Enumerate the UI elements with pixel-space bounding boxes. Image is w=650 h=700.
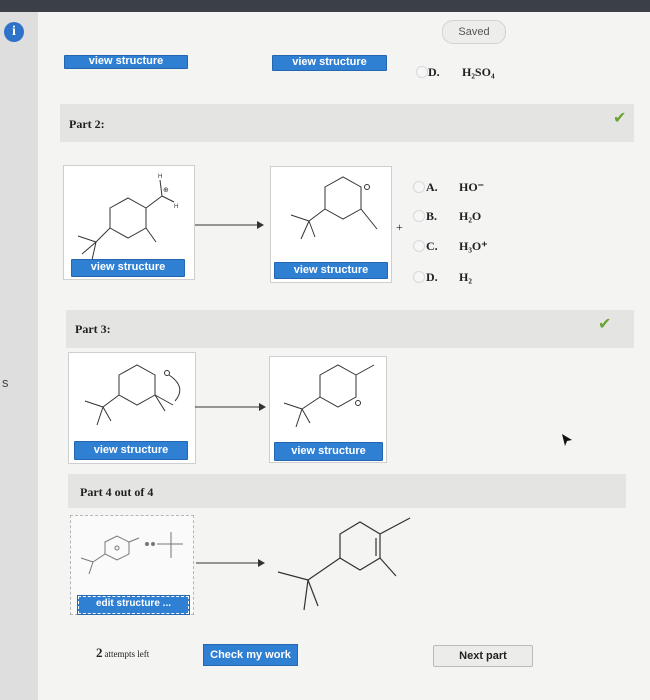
part3-arrow-icon [195,403,266,411]
part1-option-d-radio[interactable] [416,66,428,78]
next-part-button[interactable]: Next part [433,645,533,667]
part4-product-structure [277,517,411,611]
part2-view-structure-right-button[interactable]: view structure [274,262,388,279]
part4-edit-structure-button[interactable]: edit structure ... [77,595,190,615]
cursor-icon [562,434,572,446]
part2-option-a-formula: HO⁻ [459,180,485,194]
part2-option-a-radio[interactable] [413,181,425,193]
attempts-remaining: 2 attempts left [96,645,149,661]
part2-view-structure-left-button[interactable]: view structure [71,259,185,277]
part3-view-structure-left-button[interactable]: view structure [74,441,188,460]
part2-option-b-radio[interactable] [413,210,425,222]
saved-indicator: Saved [442,20,506,44]
part2-header [60,104,634,142]
part2-option-d-letter: D. [426,270,438,284]
part2-option-d-radio[interactable] [413,271,425,283]
attempts-label: attempts left [104,649,150,659]
part2-option-b-formula: H₂O [459,209,482,223]
part4-arrow-icon [196,559,265,567]
part1-option-d-letter: D. [428,65,440,79]
part2-title: Part 2: [69,117,105,131]
part3-header [66,310,634,348]
part2-option-a-letter: A. [426,180,438,194]
part1-view-structure-right-button[interactable]: view structure [272,55,387,71]
part2-arrow-icon [195,221,264,229]
part2-option-c-formula: H₃O⁺ [459,239,488,253]
part2-option-b-letter: B. [426,209,438,223]
info-icon[interactable]: i [4,22,24,42]
left-gutter [0,12,38,700]
part2-option-c-letter: C. [426,239,438,253]
part1-option-d-formula: H₂SO₄ [462,65,495,79]
part2-h-top: H [158,174,162,180]
part2-option-d-formula: H₂ [459,270,472,284]
gutter-letter: s [2,375,9,390]
part3-view-structure-right-button[interactable]: view structure [274,442,383,461]
part2-checkmark-icon: ✔ [613,108,627,127]
part4-title: Part 4 out of 4 [80,485,154,499]
part2-h-right: H [174,204,178,210]
part1-view-structure-left-button[interactable]: view structure [64,55,188,69]
attempts-count: 2 [96,645,103,660]
part2-option-c-radio[interactable] [413,240,425,252]
check-my-work-button[interactable]: Check my work [203,644,298,666]
browser-top-bar [0,0,650,12]
part3-checkmark-icon: ✔ [598,314,612,333]
part2-plus-sign: + [396,220,403,234]
part2-charge: ⊕ [163,186,169,194]
part3-title: Part 3: [75,322,111,336]
